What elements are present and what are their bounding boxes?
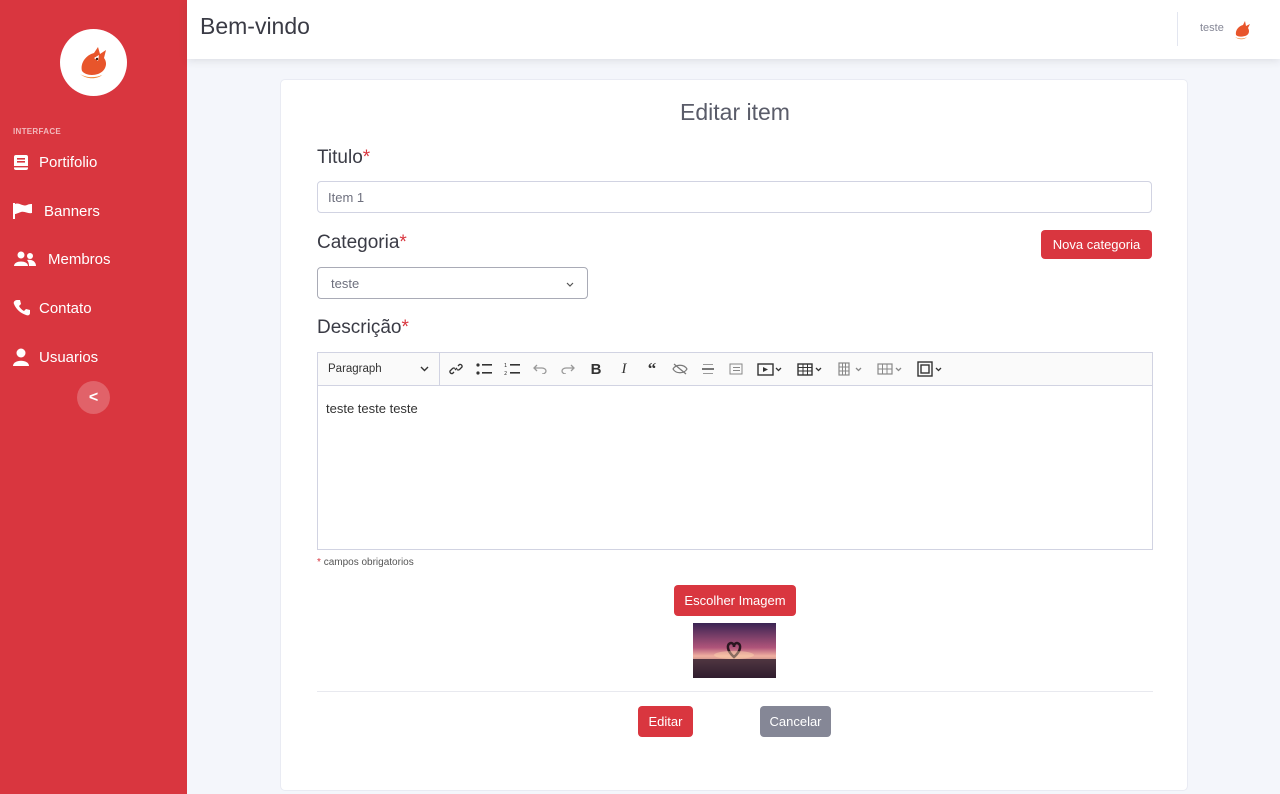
sidebar-heading: INTERFACE — [13, 127, 62, 136]
titulo-input[interactable]: Item 1 — [317, 181, 1152, 213]
titulo-label: Titulo* — [317, 147, 371, 168]
edit-item-card: Editar item Titulo* Item 1 Categoria* No… — [280, 79, 1188, 791]
book-icon — [13, 152, 35, 172]
numbered-list-icon[interactable]: 12 — [498, 355, 526, 383]
sidebar-item-label: Portifolio — [39, 153, 98, 171]
choose-image-button[interactable]: Escolher Imagem — [674, 585, 796, 616]
undo-icon[interactable] — [526, 355, 554, 383]
redo-icon[interactable] — [554, 355, 582, 383]
sidebar-item-usuarios[interactable]: Usuarios — [13, 345, 98, 369]
insert-table-icon[interactable] — [790, 355, 830, 383]
user-name[interactable]: teste — [1200, 22, 1224, 34]
link-icon[interactable] — [442, 355, 470, 383]
edit-button[interactable]: Editar — [638, 706, 693, 737]
bold-icon[interactable]: B — [582, 355, 610, 383]
fox-logo[interactable] — [60, 29, 127, 96]
nova-categoria-button[interactable]: Nova categoria — [1041, 230, 1152, 259]
sidebar-item-label: Membros — [48, 250, 111, 268]
bulleted-list-icon[interactable] — [470, 355, 498, 383]
phone-icon — [13, 298, 35, 318]
form-title: Editar item — [680, 99, 790, 125]
horizontal-line-icon[interactable] — [694, 355, 722, 383]
topbar-divider — [1177, 12, 1178, 46]
merge-cells-icon[interactable] — [910, 355, 950, 383]
sidebar-item-portifolio[interactable]: Portifolio — [13, 150, 97, 174]
user-icon — [13, 347, 35, 367]
selected-image-thumbnail — [693, 623, 776, 678]
sidebar-item-contato[interactable]: Contato — [13, 296, 92, 320]
topbar: Bem-vindo teste — [187, 0, 1280, 59]
chevron-down-icon — [566, 276, 574, 291]
blockquote-icon[interactable]: “ — [638, 355, 666, 383]
editor-content[interactable]: teste teste teste — [318, 386, 1152, 431]
svg-text:2: 2 — [504, 371, 507, 376]
hide-icon[interactable] — [666, 355, 694, 383]
heading-select[interactable]: Paragraph — [318, 353, 440, 385]
table-column-icon[interactable] — [830, 355, 870, 383]
categoria-select[interactable]: teste — [317, 267, 588, 299]
svg-text:1: 1 — [504, 363, 507, 369]
sidebar-toggle-button[interactable]: < — [77, 381, 110, 414]
descricao-label: Descrição* — [317, 317, 409, 338]
editor-toolbar: Paragraph 12 B I “ — [318, 353, 1152, 386]
form-divider — [317, 691, 1153, 692]
heading-select-value: Paragraph — [328, 363, 382, 375]
required-note: * campos obrigatorios — [317, 557, 414, 568]
sidebar-item-label: Usuarios — [39, 348, 99, 366]
page-title: Bem-vindo — [200, 13, 310, 39]
sidebar-item-label: Banners — [44, 202, 100, 220]
users-icon — [13, 249, 44, 269]
media-embed-icon[interactable] — [750, 355, 790, 383]
sidebar-item-banners[interactable]: Banners — [13, 199, 100, 223]
flag-icon — [13, 201, 40, 221]
categoria-selected-value: teste — [331, 275, 360, 291]
categoria-label: Categoria* — [317, 232, 407, 253]
sidebar: INTERFACE Portifolio Banners Membros Con… — [0, 0, 187, 794]
cancel-button[interactable]: Cancelar — [760, 706, 831, 737]
fox-avatar-icon[interactable] — [1232, 18, 1254, 40]
italic-icon[interactable]: I — [610, 355, 638, 383]
sidebar-item-membros[interactable]: Membros — [13, 247, 111, 271]
page-break-icon[interactable] — [722, 355, 750, 383]
table-row-icon[interactable] — [870, 355, 910, 383]
rich-text-editor: Paragraph 12 B I “ teste teste teste — [317, 352, 1153, 550]
chevron-down-icon — [420, 363, 429, 375]
sidebar-item-label: Contato — [39, 299, 92, 317]
